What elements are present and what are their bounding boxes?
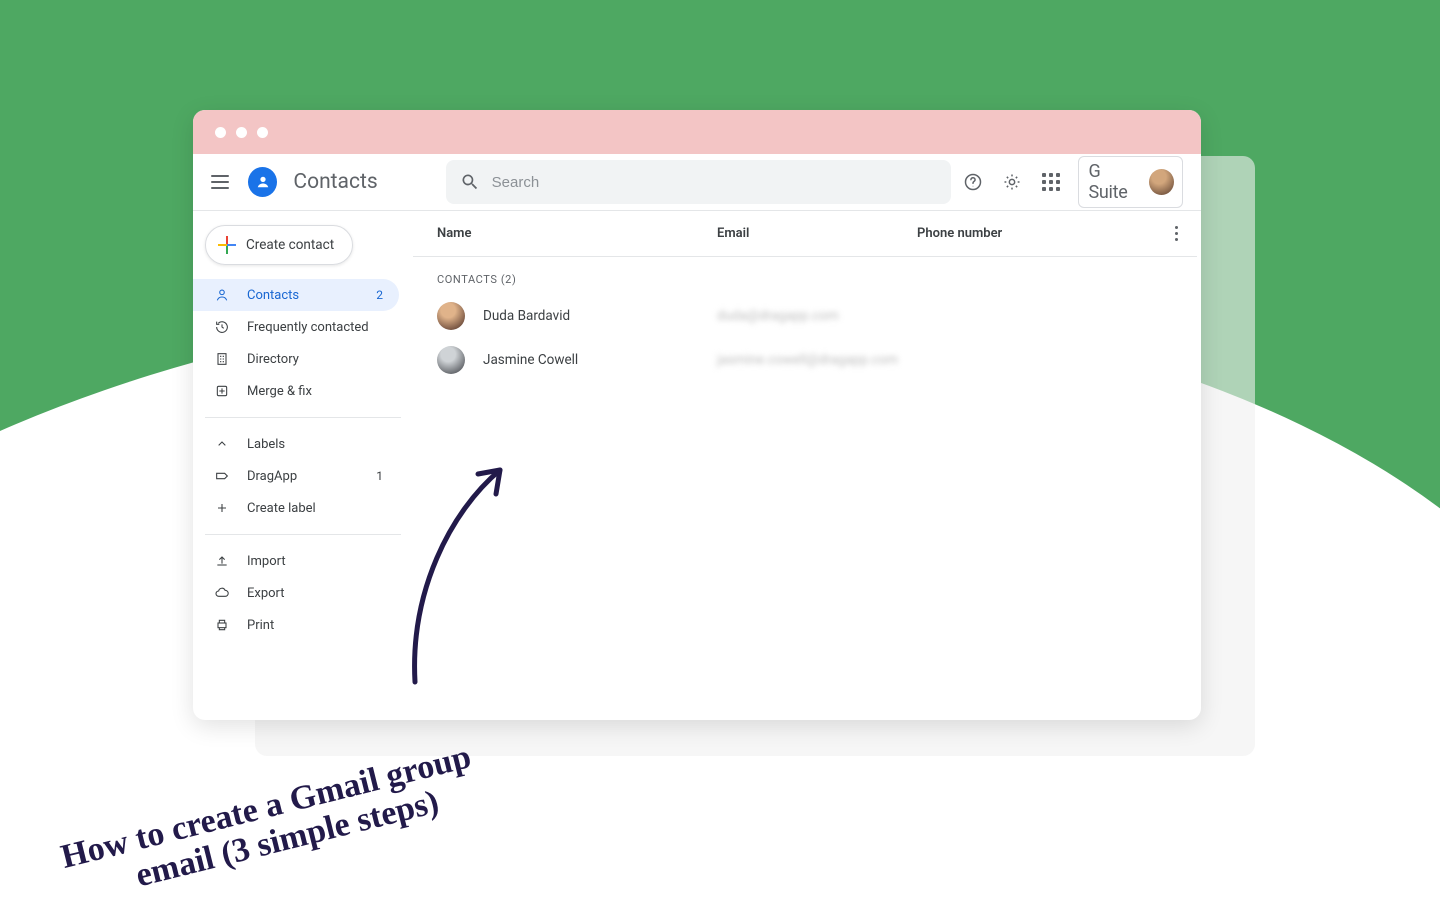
titlebar [193,110,1201,154]
sidebar-labels-header[interactable]: Labels [193,428,399,460]
sidebar-item-label: Print [247,618,274,633]
upload-icon [213,552,231,570]
sidebar-item-directory[interactable]: Directory [193,343,399,375]
plus-icon [218,236,236,254]
cloud-icon [213,584,231,602]
header-right: G Suite [961,156,1183,208]
tag-icon [213,467,231,485]
main-content: Name Email Phone number CONTACTS (2) Dud… [413,211,1201,720]
sidebar-item-label: Frequently contacted [247,320,369,335]
print-icon [213,616,231,634]
create-contact-label: Create contact [246,237,334,253]
app-title: Contacts [293,170,377,194]
window-dot-min[interactable] [236,127,247,138]
sidebar-item-frequent[interactable]: Frequently contacted [193,311,399,343]
sidebar-main-section: Contacts 2 Frequently contacted Director… [193,275,413,411]
apps-icon[interactable] [1039,169,1064,195]
gear-icon[interactable] [1000,169,1025,195]
table-header: Name Email Phone number [413,211,1197,257]
sidebar-item-contacts[interactable]: Contacts 2 [193,279,399,311]
sidebar-divider [205,417,401,418]
plus-small-icon [213,499,231,517]
history-icon [213,318,231,336]
app-body: Create contact Contacts 2 Frequently con… [193,211,1201,720]
sidebar-item-label: Merge & fix [247,384,312,399]
search-icon [460,172,480,192]
contact-email-blurred: duda@dragapp.com [717,308,917,324]
sidebar-item-count: 1 [376,469,383,483]
sidebar-item-label: Directory [247,352,299,367]
contact-name: Duda Bardavid [483,308,717,324]
sidebar-divider [205,534,401,535]
sidebar-io-section: Import Export Print [193,541,413,645]
table-row[interactable]: Duda Bardavid duda@dragapp.com [413,294,1197,338]
merge-icon [213,382,231,400]
chevron-up-icon [213,435,231,453]
help-icon[interactable] [961,169,986,195]
sidebar-label-dragapp[interactable]: DragApp 1 [193,460,399,492]
user-avatar-icon [1149,169,1174,195]
sidebar-item-merge-fix[interactable]: Merge & fix [193,375,399,407]
building-icon [213,350,231,368]
sidebar-labels-header-label: Labels [247,437,285,452]
columns-menu-icon[interactable] [1167,226,1185,241]
browser-window: Contacts G Suite C [193,110,1201,720]
gsuite-label: G Suite [1089,161,1142,203]
sidebar-item-label: Import [247,554,286,569]
menu-icon[interactable] [211,170,234,194]
group-label: CONTACTS (2) [413,257,1197,294]
sidebar-item-label: Create label [247,501,316,516]
account-chip[interactable]: G Suite [1078,156,1183,208]
sidebar-item-label: DragApp [247,469,297,484]
create-contact-button[interactable]: Create contact [205,225,353,265]
search-box[interactable] [446,160,951,204]
sidebar-item-label: Contacts [247,288,299,303]
sidebar-item-print[interactable]: Print [193,609,399,641]
app-header: Contacts G Suite [193,154,1201,210]
person-icon [213,286,231,304]
sidebar-create-label[interactable]: Create label [193,492,399,524]
window-dot-close[interactable] [215,127,226,138]
sidebar-item-label: Export [247,586,285,601]
sidebar-labels-section: Labels DragApp 1 Create label [193,424,413,528]
sidebar-item-import[interactable]: Import [193,545,399,577]
table-row[interactable]: Jasmine Cowell jasmine.cowell@dragapp.co… [413,338,1197,382]
sidebar-item-export[interactable]: Export [193,577,399,609]
sidebar: Create contact Contacts 2 Frequently con… [193,211,413,720]
contact-email-blurred: jasmine.cowell@dragapp.com [717,352,917,368]
col-email: Email [717,226,917,241]
sidebar-item-count: 2 [376,288,383,302]
search-input[interactable] [492,174,937,191]
contacts-logo-icon [248,167,277,197]
col-name: Name [437,226,717,241]
contact-avatar-icon [437,302,465,330]
window-dot-max[interactable] [257,127,268,138]
col-phone: Phone number [917,226,1167,241]
contact-avatar-icon [437,346,465,374]
contact-name: Jasmine Cowell [483,352,717,368]
